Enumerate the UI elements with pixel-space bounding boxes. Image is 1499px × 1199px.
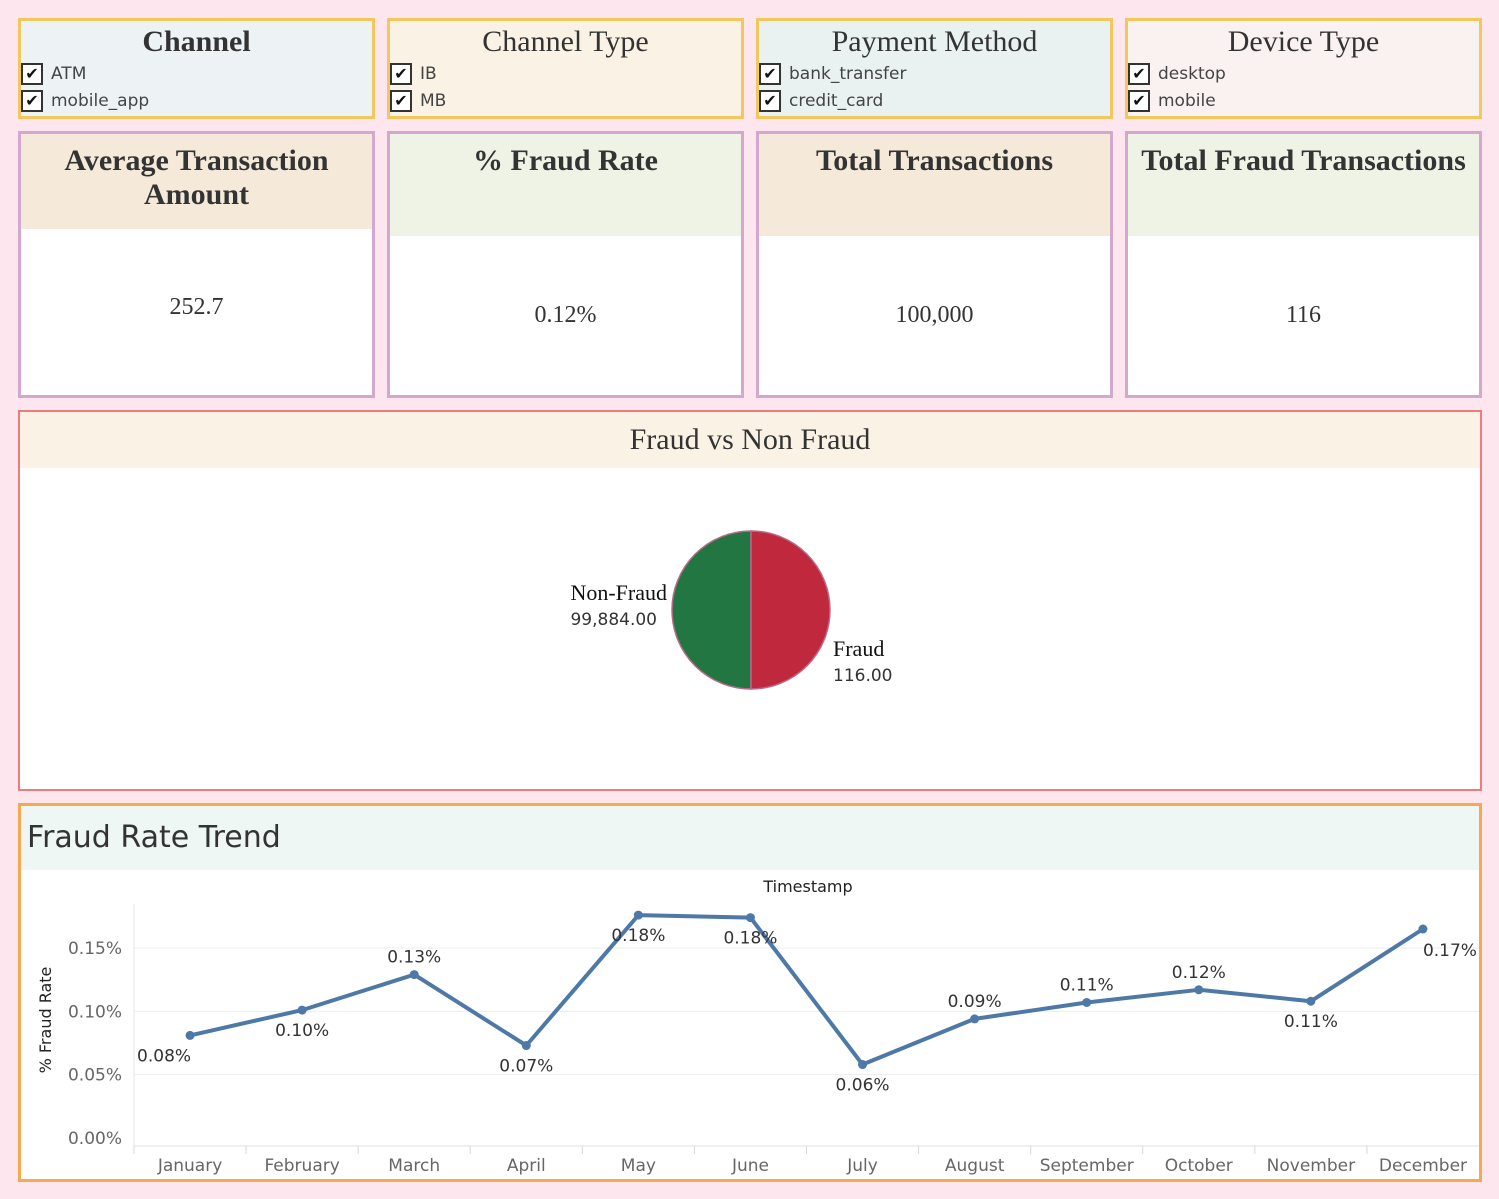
data-point[interactable] bbox=[1306, 996, 1316, 1006]
data-point[interactable] bbox=[1194, 985, 1204, 995]
filter-option-label: IB bbox=[420, 63, 437, 84]
kpi-title: Total Fraud Transactions bbox=[1128, 134, 1479, 236]
pie-title: Fraud vs Non Fraud bbox=[20, 412, 1480, 468]
data-point[interactable] bbox=[521, 1041, 531, 1051]
data-point[interactable] bbox=[297, 1005, 307, 1015]
data-label: 0.18% bbox=[723, 929, 777, 949]
data-point[interactable] bbox=[858, 1060, 868, 1070]
x-tick-label: May bbox=[621, 1156, 656, 1176]
data-label: 0.06% bbox=[836, 1076, 890, 1096]
data-label: 0.08% bbox=[137, 1046, 191, 1066]
fraud-trend-panel: Fraud Rate Trend Timestamp % Fraud Rate … bbox=[18, 803, 1482, 1182]
filter-option[interactable]: ✔ bank_transfer bbox=[759, 60, 1110, 87]
checkbox-checked-icon[interactable]: ✔ bbox=[21, 62, 43, 85]
pie-label-non-fraud: Non-Fraud bbox=[570, 580, 667, 605]
kpi-card: Total Transactions 100,000 bbox=[756, 131, 1113, 398]
filter-panel-payment-method: Payment Method ✔ bank_transfer ✔ credit_card bbox=[756, 18, 1113, 119]
kpi-card: Average Transaction Amount 252.7 bbox=[18, 131, 375, 398]
checkbox-checked-icon[interactable]: ✔ bbox=[1128, 89, 1150, 112]
pie-label-fraud: Fraud bbox=[833, 636, 884, 661]
filter-option[interactable]: ✔ desktop bbox=[1128, 60, 1479, 87]
filter-title: Device Type bbox=[1227, 25, 1380, 58]
data-label: 0.11% bbox=[1060, 975, 1114, 995]
y-tick-label: 0.15% bbox=[68, 939, 122, 959]
checkbox-checked-icon[interactable]: ✔ bbox=[759, 62, 781, 85]
trend-chart: Timestamp % Fraud Rate 0.00% 0.05% 0.10% 0.… bbox=[36, 877, 1479, 1176]
fraud-pie-panel: Fraud vs Non Fraud Non-Fraud 99,884.00 F… bbox=[18, 410, 1482, 791]
data-point[interactable] bbox=[1418, 924, 1428, 934]
trend-title: Fraud Rate Trend bbox=[21, 806, 1479, 870]
data-label: 0.12% bbox=[1172, 963, 1226, 983]
filter-option[interactable]: ✔ IB bbox=[390, 60, 741, 87]
y-tick-label: 0.05% bbox=[68, 1066, 122, 1086]
checkbox-checked-icon[interactable]: ✔ bbox=[390, 89, 412, 112]
x-tick-label: February bbox=[264, 1156, 339, 1176]
checkbox-checked-icon[interactable]: ✔ bbox=[1128, 62, 1150, 85]
filter-panel-device-type: Device Type ✔ desktop ✔ mobile bbox=[1125, 18, 1482, 119]
fraud-rate-line bbox=[189, 913, 1425, 1067]
filter-option[interactable]: ✔ MB bbox=[390, 87, 741, 114]
data-label: 0.10% bbox=[275, 1021, 329, 1041]
data-label: 0.07% bbox=[499, 1057, 553, 1077]
y-tick-label: 0.00% bbox=[68, 1129, 122, 1149]
filter-title: Channel bbox=[142, 25, 251, 58]
filter-option-label: mobile_app bbox=[51, 90, 150, 111]
x-tick-label: December bbox=[1379, 1156, 1467, 1176]
data-point[interactable] bbox=[409, 970, 419, 980]
pie-value-fraud: 116.00 bbox=[833, 666, 892, 686]
kpi-value: 0.12% bbox=[534, 302, 597, 328]
kpi-title: % Fraud Rate bbox=[390, 134, 741, 236]
filter-panel-channel-type: Channel Type ✔ IB ✔ MB bbox=[387, 18, 744, 119]
filter-title: Payment Method bbox=[831, 25, 1038, 58]
pie-slice-non-fraud[interactable] bbox=[671, 530, 752, 690]
x-tick-label: November bbox=[1267, 1156, 1355, 1176]
x-tick-label: July bbox=[846, 1156, 878, 1176]
data-point[interactable] bbox=[633, 910, 643, 920]
checkbox-checked-icon[interactable]: ✔ bbox=[759, 89, 781, 112]
filter-option-label: ATM bbox=[51, 63, 87, 84]
kpi-title: Average Transaction Amount bbox=[21, 134, 372, 229]
data-point[interactable] bbox=[745, 913, 755, 923]
kpi-value: 252.7 bbox=[169, 294, 224, 320]
x-tick-label: September bbox=[1040, 1156, 1134, 1176]
data-label: 0.11% bbox=[1284, 1012, 1338, 1032]
filter-option-label: desktop bbox=[1158, 63, 1226, 84]
x-tick-label: October bbox=[1165, 1156, 1233, 1176]
y-tick-label: 0.10% bbox=[68, 1002, 122, 1022]
data-point[interactable] bbox=[1082, 997, 1092, 1007]
y-axis-title: % Fraud Rate bbox=[36, 967, 55, 1074]
filter-option-label: MB bbox=[420, 90, 447, 111]
x-tick-label: August bbox=[945, 1156, 1005, 1176]
kpi-title: Total Transactions bbox=[759, 134, 1110, 236]
pie-value-non-fraud: 99,884.00 bbox=[570, 610, 657, 630]
filter-option[interactable]: ✔ credit_card bbox=[759, 87, 1110, 114]
filter-option[interactable]: ✔ mobile bbox=[1128, 87, 1479, 114]
filter-option[interactable]: ✔ mobile_app bbox=[21, 87, 372, 114]
x-tick-label: April bbox=[507, 1156, 546, 1176]
x-axis-title: Timestamp bbox=[762, 877, 852, 896]
kpi-value: 100,000 bbox=[895, 302, 974, 328]
pie-slice-fraud[interactable] bbox=[750, 530, 831, 690]
x-tick-label: June bbox=[731, 1156, 769, 1176]
x-tick-label: January bbox=[157, 1156, 222, 1176]
filter-option-label: mobile bbox=[1158, 90, 1216, 111]
kpi-card: % Fraud Rate 0.12% bbox=[387, 131, 744, 398]
checkbox-checked-icon[interactable]: ✔ bbox=[390, 62, 412, 85]
kpi-value: 116 bbox=[1285, 302, 1322, 328]
kpi-card: Total Fraud Transactions 116 bbox=[1125, 131, 1482, 398]
data-label: 0.13% bbox=[387, 948, 441, 968]
filter-panel-channel: Channel ✔ ATM ✔ mobile_app bbox=[18, 18, 375, 119]
data-point[interactable] bbox=[970, 1014, 980, 1024]
data-label: 0.09% bbox=[948, 992, 1002, 1012]
data-label: 0.18% bbox=[611, 926, 665, 946]
filter-option-label: bank_transfer bbox=[789, 63, 907, 84]
filter-option[interactable]: ✔ ATM bbox=[21, 60, 372, 87]
filter-option-label: credit_card bbox=[789, 90, 884, 111]
checkbox-checked-icon[interactable]: ✔ bbox=[21, 89, 43, 112]
data-label: 0.17% bbox=[1423, 941, 1477, 961]
data-point[interactable] bbox=[185, 1030, 195, 1040]
pie-chart: Non-Fraud 99,884.00 Fraud 116.00 bbox=[570, 530, 892, 690]
filter-title: Channel Type bbox=[482, 25, 649, 58]
x-tick-label: March bbox=[388, 1156, 440, 1176]
